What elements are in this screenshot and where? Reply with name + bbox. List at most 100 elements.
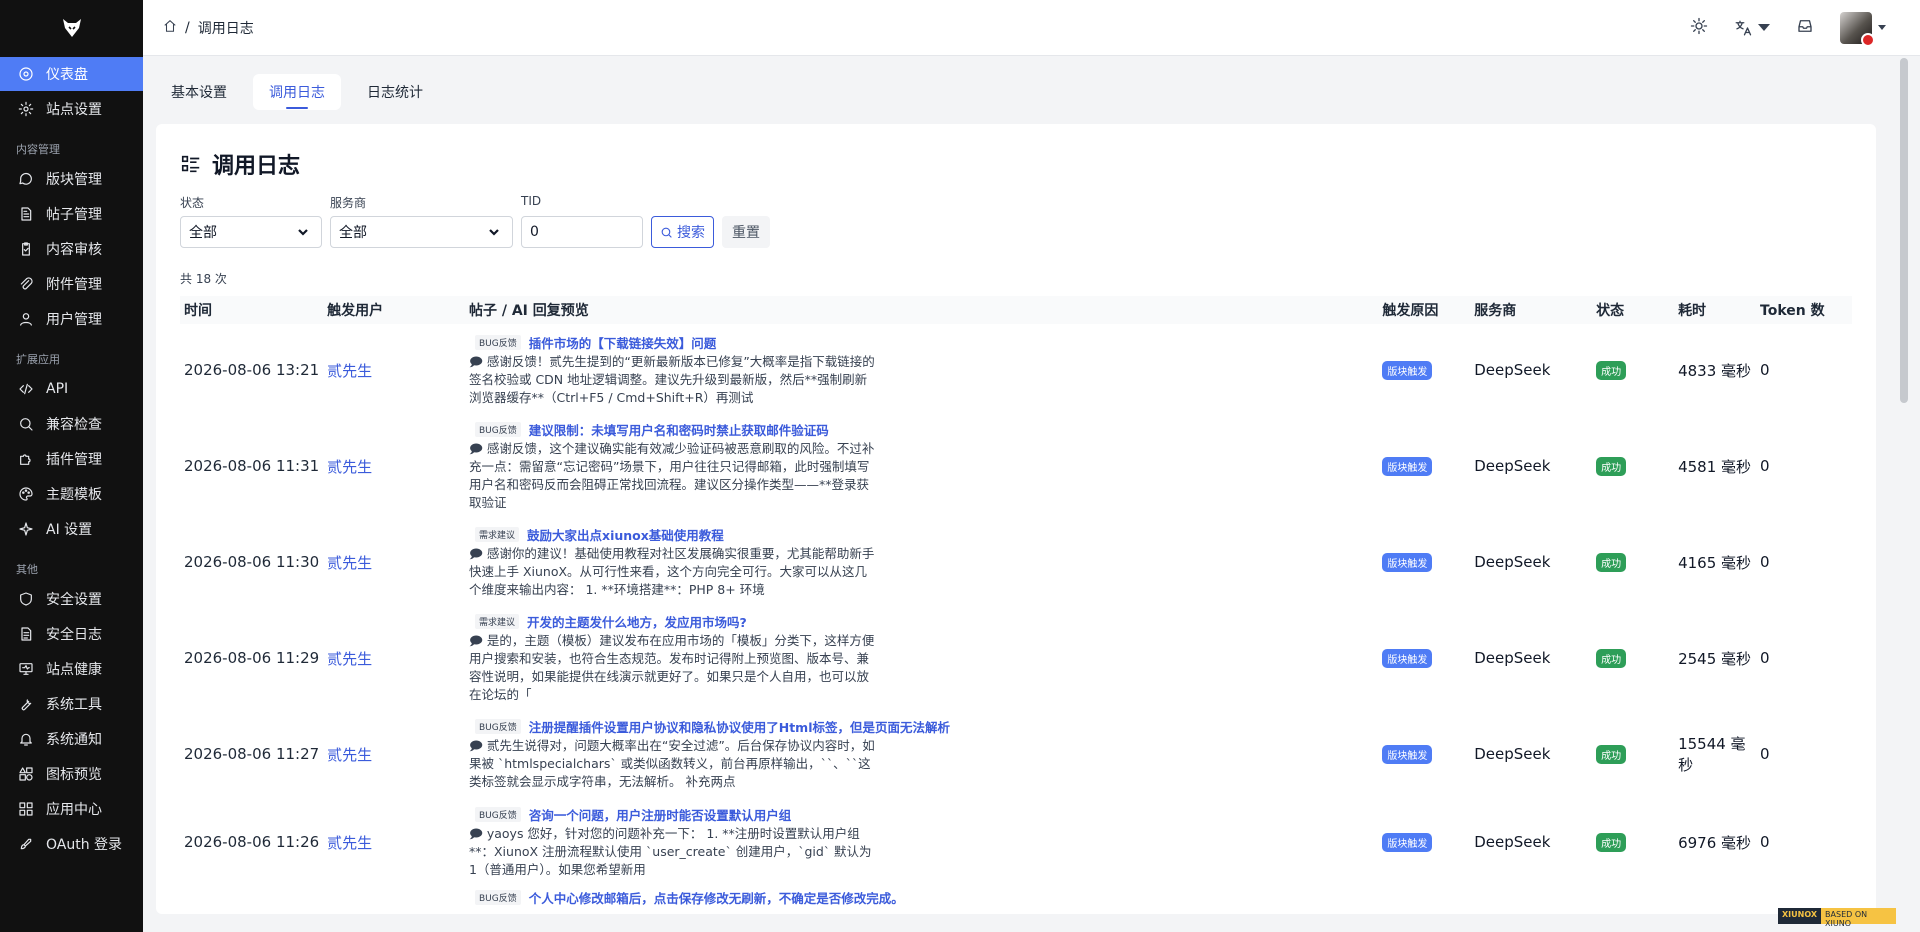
sidebar-item[interactable]: 仪表盘 — [0, 57, 143, 91]
sidebar-item[interactable]: 兼容检查 — [0, 407, 143, 441]
sidebar-item[interactable]: 附件管理 — [0, 267, 143, 301]
cell-time: 2026-08-06 11:26 — [184, 833, 320, 851]
wrench-icon — [18, 696, 34, 712]
log-card: 调用日志 状态 全部 服务商 全部 TID 搜索 重置 共 18 次 — [156, 124, 1876, 914]
user-link[interactable]: 贰先生 — [327, 746, 372, 764]
sidebar-item-label: 安全设置 — [46, 592, 102, 608]
cell-reason: 版块触发 — [1378, 708, 1470, 800]
provider-select[interactable]: 全部 — [330, 216, 513, 248]
tab-call-log[interactable]: 调用日志 — [253, 74, 341, 110]
post-title-link[interactable]: 建议限制：未填写用户名和密码时禁止获取邮件验证码 — [529, 420, 829, 439]
cell-preview: BUG反馈 咨询一个问题，用户注册时能否设置默认用户组 🗩︎ yaoys 您好，… — [465, 800, 1378, 884]
table-row: BUG反馈 个人中心修改邮箱后，点击保存修改无刷新，不确定是否修改完成。 — [180, 884, 1852, 912]
logo[interactable] — [0, 0, 143, 56]
tab-log-stats[interactable]: 日志统计 — [351, 74, 439, 110]
ai-reply-preview: 🗩︎ 贰先生说得对，问题大概率出在“安全过滤”。后台保存协议内容时，如果被 `h… — [468, 738, 875, 789]
post-title-link[interactable]: 鼓励大家出点xiunox基础使用教程 — [527, 525, 724, 544]
sidebar-item[interactable]: 图标预览 — [0, 757, 143, 791]
home-icon[interactable] — [163, 19, 177, 37]
puzzle-icon — [18, 451, 34, 467]
cell-tokens: 0 — [1760, 833, 1770, 851]
sidebar-item-label: 应用中心 — [46, 802, 102, 818]
language-switcher[interactable] — [1734, 19, 1770, 37]
status-select[interactable]: 全部 — [180, 216, 322, 248]
post-title-link[interactable]: 开发的主题发什么地方，发应用市场吗? — [527, 612, 747, 631]
col-tokens: Token 数 — [1756, 296, 1852, 324]
reset-button[interactable]: 重置 — [722, 216, 770, 248]
palette-icon — [18, 486, 34, 502]
sidebar-item-label: 安全日志 — [46, 627, 102, 643]
status-badge: 成功 — [1596, 744, 1627, 764]
reason-badge: 版块触发 — [1382, 552, 1433, 572]
sidebar-item[interactable]: OAuth 登录 — [0, 827, 143, 861]
search-button[interactable]: 搜索 — [651, 216, 714, 248]
inbox-icon[interactable] — [1796, 17, 1814, 39]
cell-provider: DeepSeek — [1474, 649, 1551, 667]
theme-toggle-sun-icon[interactable] — [1690, 17, 1708, 39]
user-link[interactable]: 贰先生 — [327, 554, 372, 572]
page-title: 调用日志 — [180, 148, 300, 180]
user-link[interactable]: 贰先生 — [327, 650, 372, 668]
sidebar-item[interactable]: AI 设置 — [0, 512, 143, 546]
cell-status: 成功 — [1592, 608, 1674, 708]
sidebar-item[interactable]: 应用中心 — [0, 792, 143, 826]
cell-preview: BUG反馈 注册提醒插件设置用户协议和隐私协议使用了Html标签，但是页面无法解… — [465, 708, 1378, 800]
status-badge: 成功 — [1596, 456, 1627, 476]
cell-reason: 版块触发 — [1378, 516, 1470, 608]
sidebar-item[interactable]: 插件管理 — [0, 442, 143, 476]
reason-badge: 版块触发 — [1382, 360, 1433, 380]
sidebar-item-label: 版块管理 — [46, 172, 102, 188]
post-title-link[interactable]: 个人中心修改邮箱后，点击保存修改无刷新，不确定是否修改完成。 — [529, 888, 904, 907]
user-link[interactable]: 贰先生 — [327, 458, 372, 476]
sidebar-item[interactable]: 站点设置 — [0, 92, 143, 126]
user-menu[interactable] — [1840, 11, 1886, 47]
status-label: 状态 — [180, 196, 205, 210]
breadcrumb: / 调用日志 — [163, 18, 254, 38]
sidebar-item[interactable]: 安全设置 — [0, 582, 143, 616]
sidebar-item-label: OAuth 登录 — [46, 837, 123, 853]
chevron-down-icon — [1878, 25, 1886, 30]
sidebar-item-label: 仪表盘 — [46, 67, 88, 83]
sidebar-item[interactable]: 系统通知 — [0, 722, 143, 756]
avatar — [1840, 11, 1875, 47]
tid-input[interactable] — [521, 216, 643, 248]
cell-reason: 版块触发 — [1378, 416, 1470, 516]
sidebar-item[interactable]: API — [0, 372, 143, 406]
sidebar-item[interactable]: 安全日志 — [0, 617, 143, 651]
post-title-link[interactable]: 插件市场的【下载链接失效】问题 — [529, 333, 717, 352]
cell-user: 贰先生 — [323, 516, 465, 608]
cell-user: 贰先生 — [323, 608, 465, 708]
sidebar-item[interactable]: 内容审核 — [0, 232, 143, 266]
sidebar-item[interactable]: 版块管理 — [0, 162, 143, 196]
cell-provider: DeepSeek — [1474, 553, 1551, 571]
tid-label: TID — [521, 194, 542, 208]
user-link[interactable]: 贰先生 — [327, 362, 372, 380]
ai-reply-preview: 🗩︎ 是的，主题（模板）建议发布在应用市场的「模板」分类下，这样方便用户搜索和安… — [468, 633, 875, 702]
post-title-link[interactable]: 注册提醒插件设置用户协议和隐私协议使用了Html标签，但是页面无法解析 — [529, 717, 950, 736]
comment-icon: 🗩︎ — [468, 354, 487, 369]
sidebar-item-label: 兼容检查 — [46, 417, 102, 433]
sidebar-item[interactable]: 站点健康 — [0, 652, 143, 686]
search-icon — [18, 416, 34, 432]
sidebar-item-label: 帖子管理 — [46, 207, 102, 223]
cell-user: 贰先生 — [323, 800, 465, 884]
post-title-link[interactable]: 咨询一个问题，用户注册时能否设置默认用户组 — [529, 805, 792, 824]
ai-reply-preview: 🗩︎ 感谢你的建议！基础使用教程对社区发展确实很重要，尤其能帮助新手快速上手 X… — [468, 546, 875, 597]
breadcrumb-separator: / — [185, 19, 190, 36]
sidebar-item-label: 站点健康 — [46, 662, 102, 678]
scrollbar-thumb[interactable] — [1900, 58, 1908, 403]
sidebar-item[interactable]: 用户管理 — [0, 302, 143, 336]
tab-basic-settings[interactable]: 基本设置 — [155, 74, 243, 110]
sidebar-item[interactable]: 主题模板 — [0, 477, 143, 511]
shapes-icon — [18, 766, 34, 782]
sidebar-item[interactable]: 系统工具 — [0, 687, 143, 721]
monitor-icon — [18, 661, 34, 677]
chevron-down-icon — [298, 229, 308, 236]
sidebar-nav: 仪表盘 站点设置 内容管理 版块管理 帖子管理 内容审核 附件管理 用户管理 扩展应用 API 兼容… — [0, 57, 143, 861]
cell-time: 2026-08-06 13:21 — [184, 361, 320, 379]
cell-duration: 6976 毫秒 — [1678, 833, 1752, 852]
cell-preview: 需求建议 开发的主题发什么地方，发应用市场吗? 🗩︎ 是的，主题（模板）建议发布… — [465, 608, 1378, 708]
sidebar-item[interactable]: 帖子管理 — [0, 197, 143, 231]
code-icon — [18, 381, 34, 397]
user-link[interactable]: 贰先生 — [327, 834, 372, 852]
